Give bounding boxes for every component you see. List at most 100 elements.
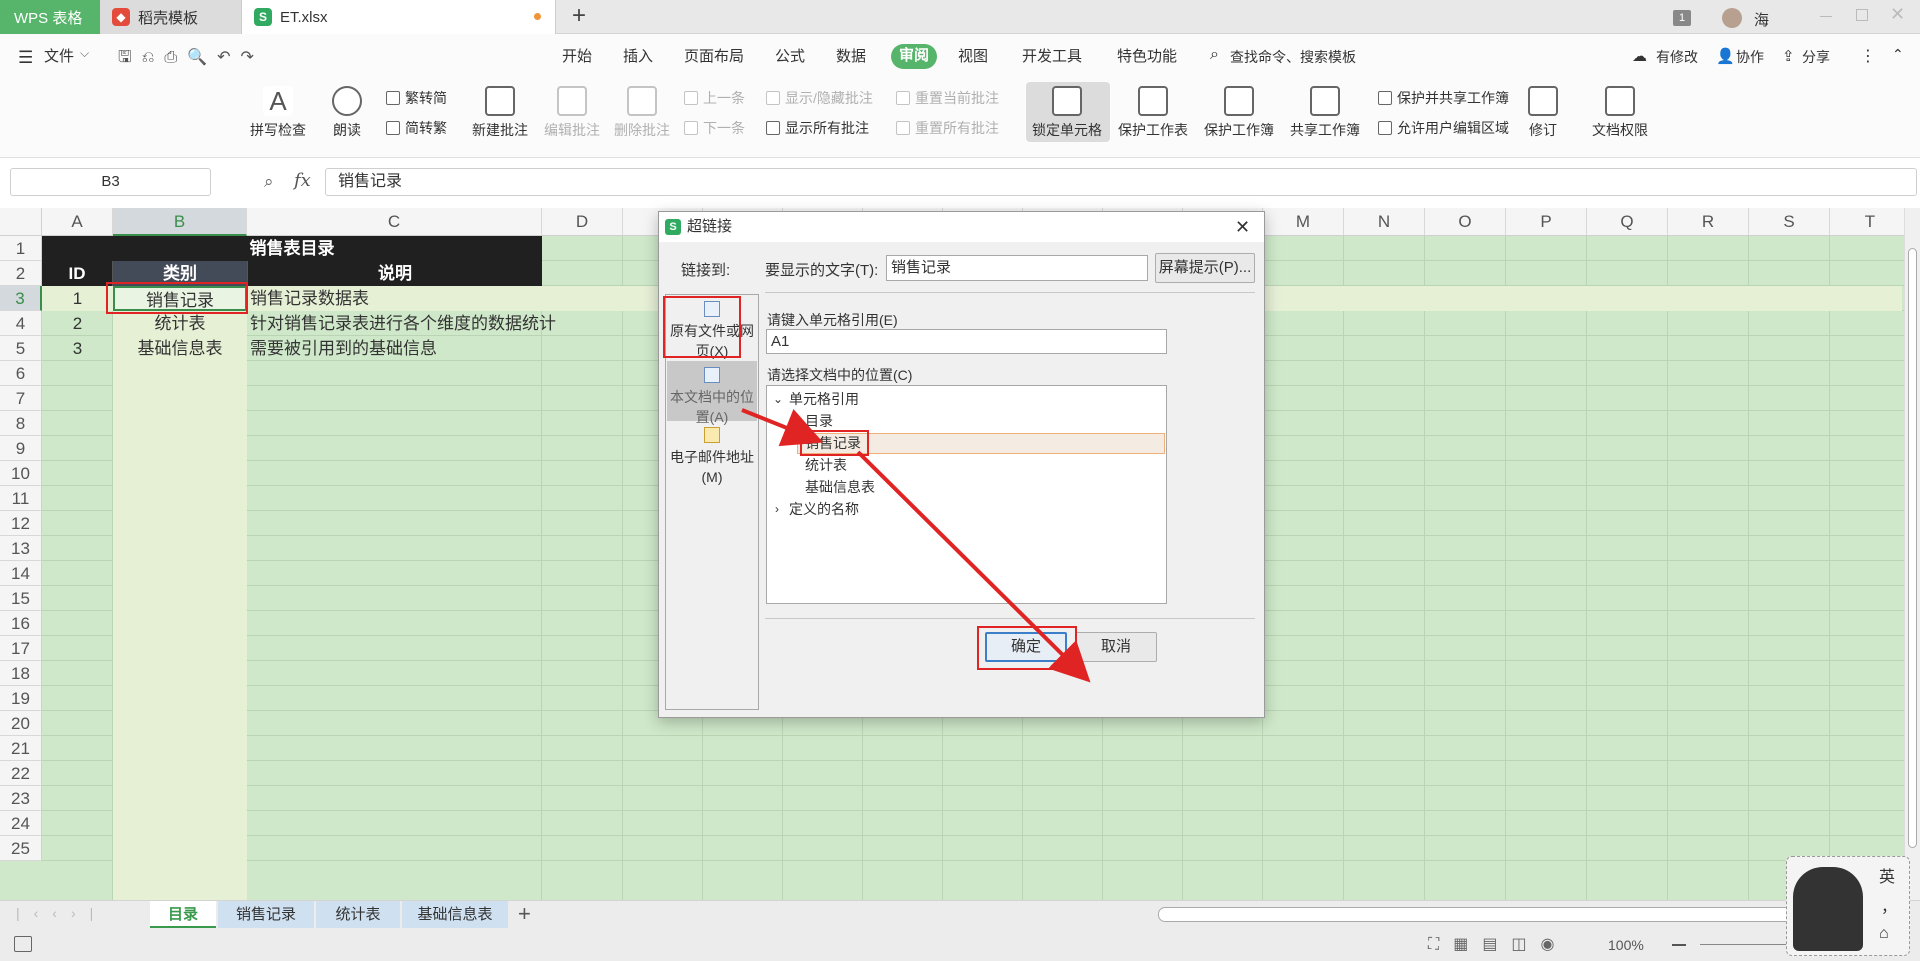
user-name[interactable]: 海 bbox=[1754, 9, 1769, 30]
cell-c2-header[interactable]: 说明 bbox=[247, 261, 542, 286]
row-header-1[interactable]: 1 bbox=[0, 236, 42, 261]
column-header-q[interactable]: Q bbox=[1587, 208, 1668, 236]
tree-item-catalog[interactable]: 目录 bbox=[805, 410, 833, 432]
column-header-s[interactable]: S bbox=[1749, 208, 1830, 236]
menu-page-layout[interactable]: 页面布局 bbox=[684, 45, 744, 69]
window-count-badge[interactable]: 1 bbox=[1673, 10, 1691, 26]
cancel-button[interactable]: 取消 bbox=[1075, 632, 1157, 662]
share-workbook-button[interactable]: 共享工作簿 bbox=[1290, 86, 1360, 140]
lock-cell-button[interactable]: 锁定单元格 bbox=[1032, 86, 1102, 140]
row-header-17[interactable]: 17 bbox=[0, 636, 42, 661]
sheet-tab-basic-info[interactable]: 基础信息表 bbox=[402, 901, 508, 928]
column-header-d[interactable]: D bbox=[542, 208, 623, 236]
place-tree[interactable]: ⌄ 单元格引用 目录 销售记录 统计表 基础信息表 › 定义的名称 bbox=[766, 385, 1167, 604]
column-header-c[interactable]: C bbox=[247, 208, 542, 236]
macro-record-icon[interactable] bbox=[14, 936, 32, 952]
menu-data[interactable]: 数据 bbox=[836, 45, 866, 69]
simp-to-trad-button[interactable]: 简转繁 bbox=[386, 118, 447, 138]
display-text-input[interactable]: 销售记录 bbox=[886, 255, 1148, 281]
sidebar-existing-file[interactable]: 原有文件或网页(X) bbox=[666, 321, 758, 361]
row-header-14[interactable]: 14 bbox=[0, 561, 42, 586]
expand-chevron-icon[interactable]: ⌄ bbox=[773, 388, 783, 410]
cell-a2-header[interactable]: ID bbox=[42, 261, 113, 286]
trad-to-simp-button[interactable]: 繁转简 bbox=[386, 88, 447, 108]
row-header-4[interactable]: 4 bbox=[0, 311, 42, 336]
column-header-r[interactable]: R bbox=[1668, 208, 1749, 236]
cell-b4[interactable]: 统计表 bbox=[113, 311, 247, 336]
add-sheet-icon[interactable]: + bbox=[518, 901, 531, 927]
share-button[interactable]: 分享 bbox=[1802, 45, 1830, 69]
cell-b2-header[interactable]: 类别 bbox=[113, 261, 247, 286]
sheet-tab-catalog[interactable]: 目录 bbox=[150, 901, 216, 928]
modified-status[interactable]: 有修改 bbox=[1656, 45, 1698, 69]
hamburger-icon[interactable]: ☰ bbox=[18, 48, 33, 68]
tree-item-basic-info[interactable]: 基础信息表 bbox=[805, 476, 875, 498]
tree-cell-references[interactable]: 单元格引用 bbox=[789, 388, 859, 410]
cell-c3[interactable]: 销售记录数据表 bbox=[250, 286, 369, 311]
show-hide-comment-button[interactable]: 显示/隐藏批注 bbox=[766, 88, 873, 108]
maximize-icon[interactable] bbox=[1856, 9, 1868, 21]
reset-current-button[interactable]: 重置当前批注 bbox=[896, 88, 999, 108]
view-mode-icons[interactable]: ⛶▦▤◫◉ bbox=[1428, 934, 1569, 954]
chevron-down-icon[interactable]: ⌵ bbox=[80, 46, 89, 61]
row-header-7[interactable]: 7 bbox=[0, 386, 42, 411]
ok-button[interactable]: 确定 bbox=[985, 632, 1067, 662]
menu-developer[interactable]: 开发工具 bbox=[1022, 45, 1082, 69]
row-header-10[interactable]: 10 bbox=[0, 461, 42, 486]
sheet-tab-sales[interactable]: 销售记录 bbox=[218, 901, 314, 928]
row-header-12[interactable]: 12 bbox=[0, 511, 42, 536]
row-header-19[interactable]: 19 bbox=[0, 686, 42, 711]
revise-button[interactable]: 修订 bbox=[1528, 86, 1558, 140]
edit-comment-button[interactable]: 编辑批注 bbox=[544, 86, 600, 140]
zoom-out-icon[interactable] bbox=[1672, 944, 1686, 946]
cell-c5[interactable]: 需要被引用到的基础信息 bbox=[250, 336, 437, 361]
protect-sheet-button[interactable]: 保护工作表 bbox=[1118, 86, 1188, 140]
cell-a1-title[interactable]: 销售表目录 bbox=[42, 236, 542, 261]
cell-b3-active[interactable]: 销售记录 bbox=[113, 286, 247, 311]
row-header-3[interactable]: 3 bbox=[0, 286, 42, 311]
more-icon[interactable]: ⋮ bbox=[1860, 46, 1876, 66]
menu-file[interactable]: 文件 bbox=[44, 45, 74, 69]
menu-view[interactable]: 视图 bbox=[958, 45, 988, 69]
search-icon[interactable]: ⌕ bbox=[1210, 46, 1219, 64]
cell-a3[interactable]: 1 bbox=[42, 286, 113, 311]
row-header-24[interactable]: 24 bbox=[0, 811, 42, 836]
command-search[interactable]: 查找命令、搜索模板 bbox=[1230, 45, 1356, 69]
file-tab-et[interactable]: S ET.xlsx bbox=[242, 0, 556, 34]
row-header-11[interactable]: 11 bbox=[0, 486, 42, 511]
menu-special[interactable]: 特色功能 bbox=[1117, 45, 1177, 69]
column-header-t[interactable]: T bbox=[1830, 208, 1911, 236]
menu-formula[interactable]: 公式 bbox=[775, 45, 805, 69]
protect-share-button[interactable]: 保护并共享工作簿 bbox=[1378, 88, 1509, 108]
allow-edit-button[interactable]: 允许用户编辑区域 bbox=[1378, 118, 1509, 138]
row-header-8[interactable]: 8 bbox=[0, 411, 42, 436]
cell-b5[interactable]: 基础信息表 bbox=[113, 336, 247, 361]
screen-tip-button[interactable]: 屏幕提示(P)... bbox=[1155, 253, 1255, 283]
ime-punct-toggle[interactable]: ， bbox=[1881, 893, 1897, 917]
wps-home-tab[interactable]: WPS 表格 bbox=[0, 0, 100, 34]
collapse-ribbon-icon[interactable]: ⌃ bbox=[1892, 46, 1904, 63]
doc-rights-button[interactable]: 文档权限 bbox=[1592, 86, 1648, 140]
tree-defined-names[interactable]: 定义的名称 bbox=[789, 498, 859, 520]
row-header-15[interactable]: 15 bbox=[0, 586, 42, 611]
ime-widget[interactable]: 英 ， ⌂ bbox=[1786, 856, 1910, 956]
row-header-20[interactable]: 20 bbox=[0, 711, 42, 736]
row-header-6[interactable]: 6 bbox=[0, 361, 42, 386]
column-header-a[interactable]: A bbox=[42, 208, 113, 236]
quick-access-icons[interactable]: 🖫⎌⎙🔍↶↷ bbox=[118, 46, 264, 73]
sheet-nav-arrows[interactable]: |‹‹›| bbox=[16, 905, 107, 921]
ime-lang-toggle[interactable]: 英 bbox=[1879, 863, 1895, 887]
sidebar-email-address[interactable]: 电子邮件地址(M) bbox=[666, 447, 758, 487]
row-header-13[interactable]: 13 bbox=[0, 536, 42, 561]
protect-workbook-button[interactable]: 保护工作簿 bbox=[1204, 86, 1274, 140]
sheet-tab-stats[interactable]: 统计表 bbox=[316, 901, 400, 928]
zoom-slider[interactable] bbox=[1700, 944, 1800, 945]
new-comment-button[interactable]: 新建批注 bbox=[472, 86, 528, 140]
vertical-scroll-thumb[interactable] bbox=[1908, 248, 1917, 848]
column-header-b[interactable]: B bbox=[113, 208, 247, 236]
row-header-21[interactable]: 21 bbox=[0, 736, 42, 761]
next-comment-button[interactable]: 下一条 bbox=[684, 118, 745, 138]
zoom-formula-icon[interactable]: ⌕ bbox=[264, 172, 274, 192]
read-aloud-button[interactable]: 朗读 bbox=[332, 86, 362, 140]
ime-settings-icon[interactable]: ⌂ bbox=[1879, 925, 1889, 943]
